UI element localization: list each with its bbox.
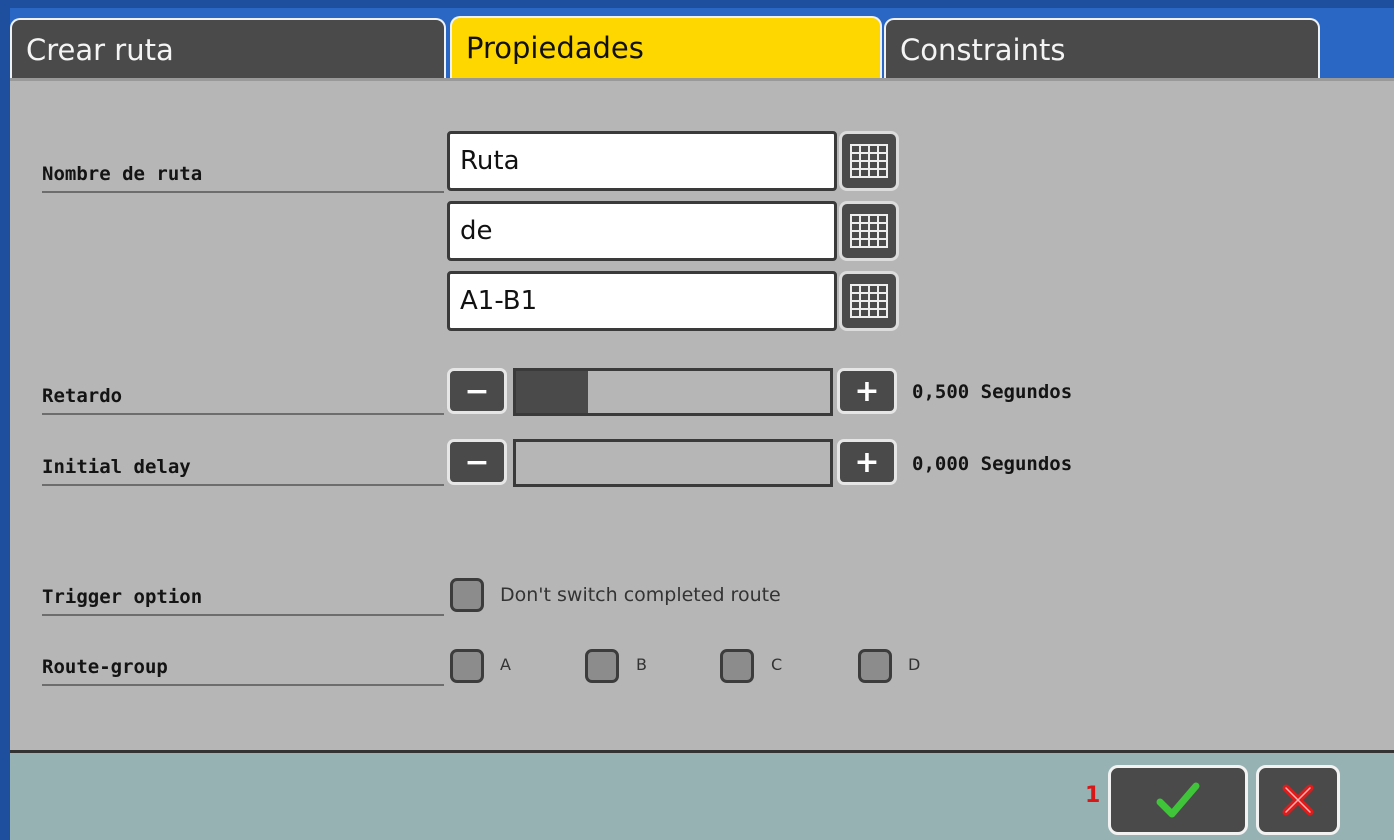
initial-delay-value: 0,000 Segundos (912, 453, 1073, 475)
route-name-field-1[interactable]: Ruta (447, 131, 837, 191)
trigger-option-label: Trigger option (42, 586, 444, 616)
keyboard-icon (850, 214, 888, 248)
initial-delay-label: Initial delay (42, 456, 444, 486)
tab-label: Propiedades (466, 31, 644, 65)
delay-decrease-button[interactable]: − (447, 368, 507, 414)
delay-label: Retardo (42, 385, 444, 415)
checkmark-icon (1156, 782, 1200, 818)
plus-icon: + (854, 444, 880, 480)
dont-switch-completed-route-label: Don't switch completed route (500, 584, 781, 606)
keyboard-button-2[interactable] (839, 201, 899, 261)
route-group-b-checkbox[interactable] (585, 649, 619, 683)
route-group-d-checkbox[interactable] (858, 649, 892, 683)
properties-panel: Nombre de ruta Ruta de A1-B1 Retardo − +… (10, 78, 1394, 750)
tab-crear-ruta[interactable]: Crear ruta (10, 18, 446, 80)
keyboard-icon (850, 144, 888, 178)
route-name-field-2[interactable]: de (447, 201, 837, 261)
tab-label: Constraints (900, 33, 1066, 67)
tab-constraints[interactable]: Constraints (884, 18, 1320, 80)
route-group-d-label: D (908, 655, 921, 674)
close-icon (1282, 784, 1314, 816)
delay-value: 0,500 Segundos (912, 381, 1073, 403)
route-group-b-label: B (636, 655, 647, 674)
route-group-c-label: C (771, 655, 783, 674)
minus-icon: − (464, 444, 490, 480)
keyboard-icon (850, 284, 888, 318)
route-group-a-checkbox[interactable] (450, 649, 484, 683)
delay-slider-fill (516, 371, 589, 413)
app-window: Crear ruta Propiedades Constraints Nombr… (0, 0, 1394, 840)
tab-label: Crear ruta (26, 33, 174, 67)
route-group-label: Route-group (42, 656, 444, 686)
minus-icon: − (464, 373, 490, 409)
route-group-c-checkbox[interactable] (720, 649, 754, 683)
route-group-a-label: A (500, 655, 511, 674)
keyboard-button-1[interactable] (839, 131, 899, 191)
tab-propiedades[interactable]: Propiedades (450, 16, 882, 82)
route-name-label: Nombre de ruta (42, 163, 444, 193)
delay-increase-button[interactable]: + (837, 368, 897, 414)
cancel-button[interactable] (1256, 765, 1340, 835)
delay-slider[interactable] (513, 368, 833, 416)
initial-delay-increase-button[interactable]: + (837, 439, 897, 485)
footer-bar: 1 (10, 750, 1394, 840)
confirm-button[interactable] (1108, 765, 1248, 835)
keyboard-button-3[interactable] (839, 271, 899, 331)
dont-switch-completed-route-checkbox[interactable] (450, 578, 484, 612)
initial-delay-decrease-button[interactable]: − (447, 439, 507, 485)
route-name-field-3[interactable]: A1-B1 (447, 271, 837, 331)
plus-icon: + (854, 373, 880, 409)
tab-bar: Crear ruta Propiedades Constraints (10, 8, 1394, 82)
initial-delay-slider[interactable] (513, 439, 833, 487)
selection-count: 1 (1085, 783, 1101, 808)
